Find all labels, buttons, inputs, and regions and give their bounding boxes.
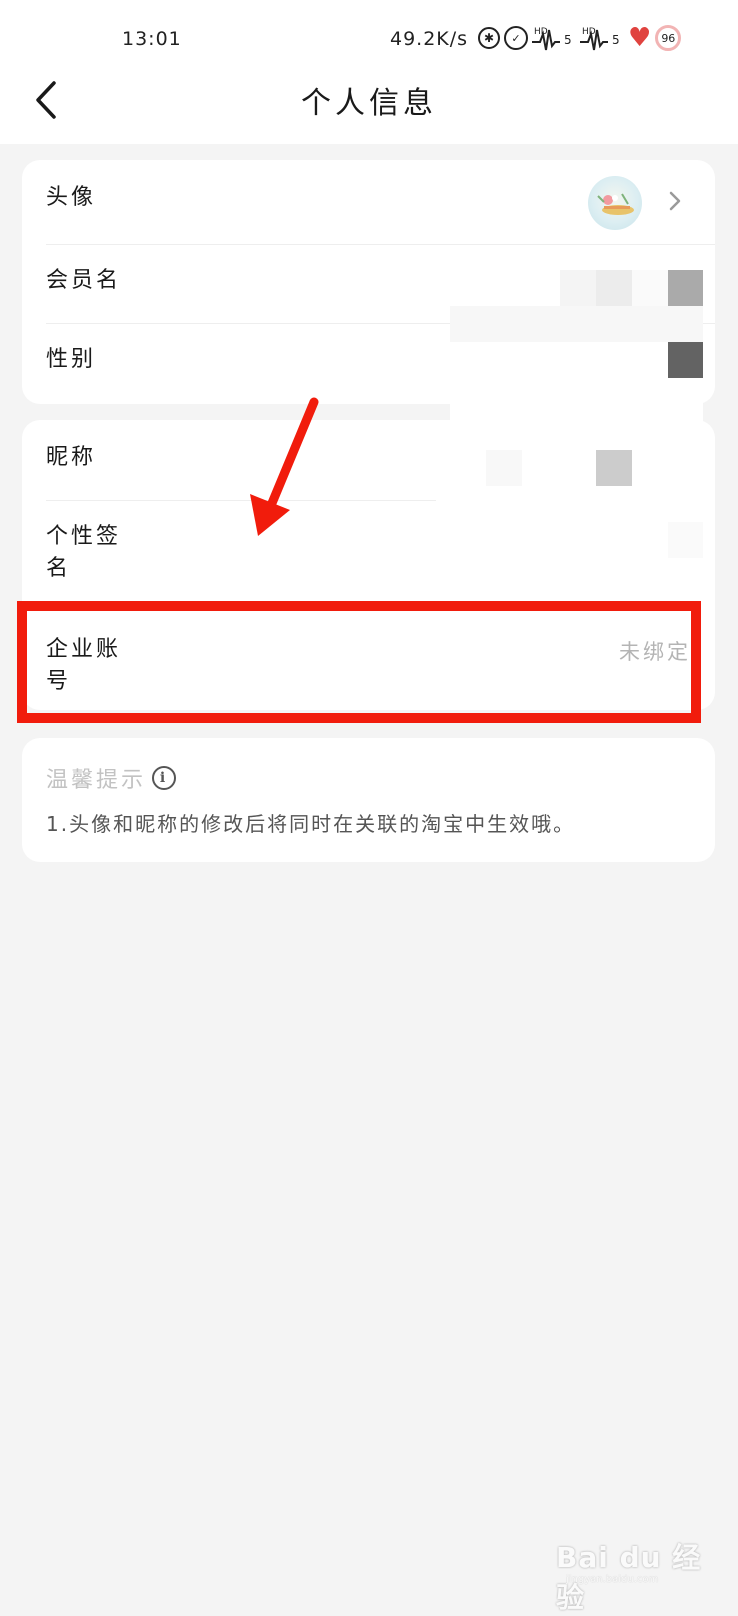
- tips-card: 温馨提示 i 1.头像和昵称的修改后将同时在关联的淘宝中生效哦。: [22, 738, 715, 862]
- mosaic-block: [668, 342, 703, 378]
- hd-signal-icon: HD 5: [580, 24, 624, 52]
- enterprise-account-status: 未绑定: [619, 640, 691, 664]
- mosaic-redaction: [450, 270, 703, 560]
- row-label-nickname: 昵称: [46, 445, 97, 470]
- top-bar: 13:01 49.2K/s ✱ ✓ HD 5 HD 5 ♥ 96 个人信息: [0, 0, 738, 144]
- row-label-avatar: 头像: [46, 185, 97, 210]
- status-icons: ✱ ✓ HD 5 HD 5 ♥ 96: [478, 23, 682, 53]
- signal-label-hd-2: HD: [582, 27, 596, 37]
- avatar-image: [597, 193, 634, 215]
- mosaic-block: [486, 450, 522, 486]
- row-avatar[interactable]: 头像: [22, 160, 715, 244]
- mosaic-block: [450, 270, 560, 306]
- tips-title: 温馨提示 i: [46, 762, 177, 794]
- avatar[interactable]: [588, 176, 642, 230]
- mosaic-block: [596, 450, 632, 486]
- signal-label-5-2: 5: [612, 33, 620, 47]
- row-label-signature: 个性签 名: [46, 524, 122, 581]
- mosaic-block: [560, 270, 596, 306]
- mosaic-block: [668, 270, 703, 306]
- info-icon[interactable]: i: [152, 766, 177, 790]
- row-enterprise-account[interactable]: 企业账 号 未绑定: [22, 610, 715, 710]
- signal-label-hd-1: HD: [534, 27, 548, 37]
- row-label-member-name: 会员名: [46, 268, 122, 293]
- alarm-icon: ✓: [504, 26, 528, 50]
- battery-icon: 96: [655, 25, 682, 51]
- baidu-watermark: Bai du 经验 jingyan.baidu.com: [556, 1536, 726, 1614]
- row-label-enterprise-account: 企业账 号: [46, 637, 122, 694]
- mosaic-block: [450, 378, 703, 414]
- chevron-right-icon: [669, 191, 681, 211]
- mosaic-block: [632, 270, 668, 306]
- watermark-sub: jingyan.baidu.com: [566, 1574, 659, 1585]
- tips-title-text: 温馨提示: [46, 768, 147, 793]
- tips-text: 1.头像和昵称的修改后将同时在关联的淘宝中生效哦。: [46, 812, 576, 836]
- mosaic-block: [596, 270, 632, 306]
- mosaic-block: [450, 306, 703, 342]
- signal-label-5-1: 5: [564, 33, 572, 47]
- page-title: 个人信息: [301, 86, 437, 121]
- mosaic-block: [668, 522, 703, 558]
- network-speed: 49.2K/s: [390, 28, 469, 50]
- bluetooth-icon: ✱: [478, 27, 500, 49]
- row-label-gender: 性别: [46, 347, 97, 372]
- status-time: 13:01: [122, 28, 182, 50]
- heart-icon: ♥: [628, 23, 652, 53]
- hd-signal-icon: HD 5: [532, 24, 576, 52]
